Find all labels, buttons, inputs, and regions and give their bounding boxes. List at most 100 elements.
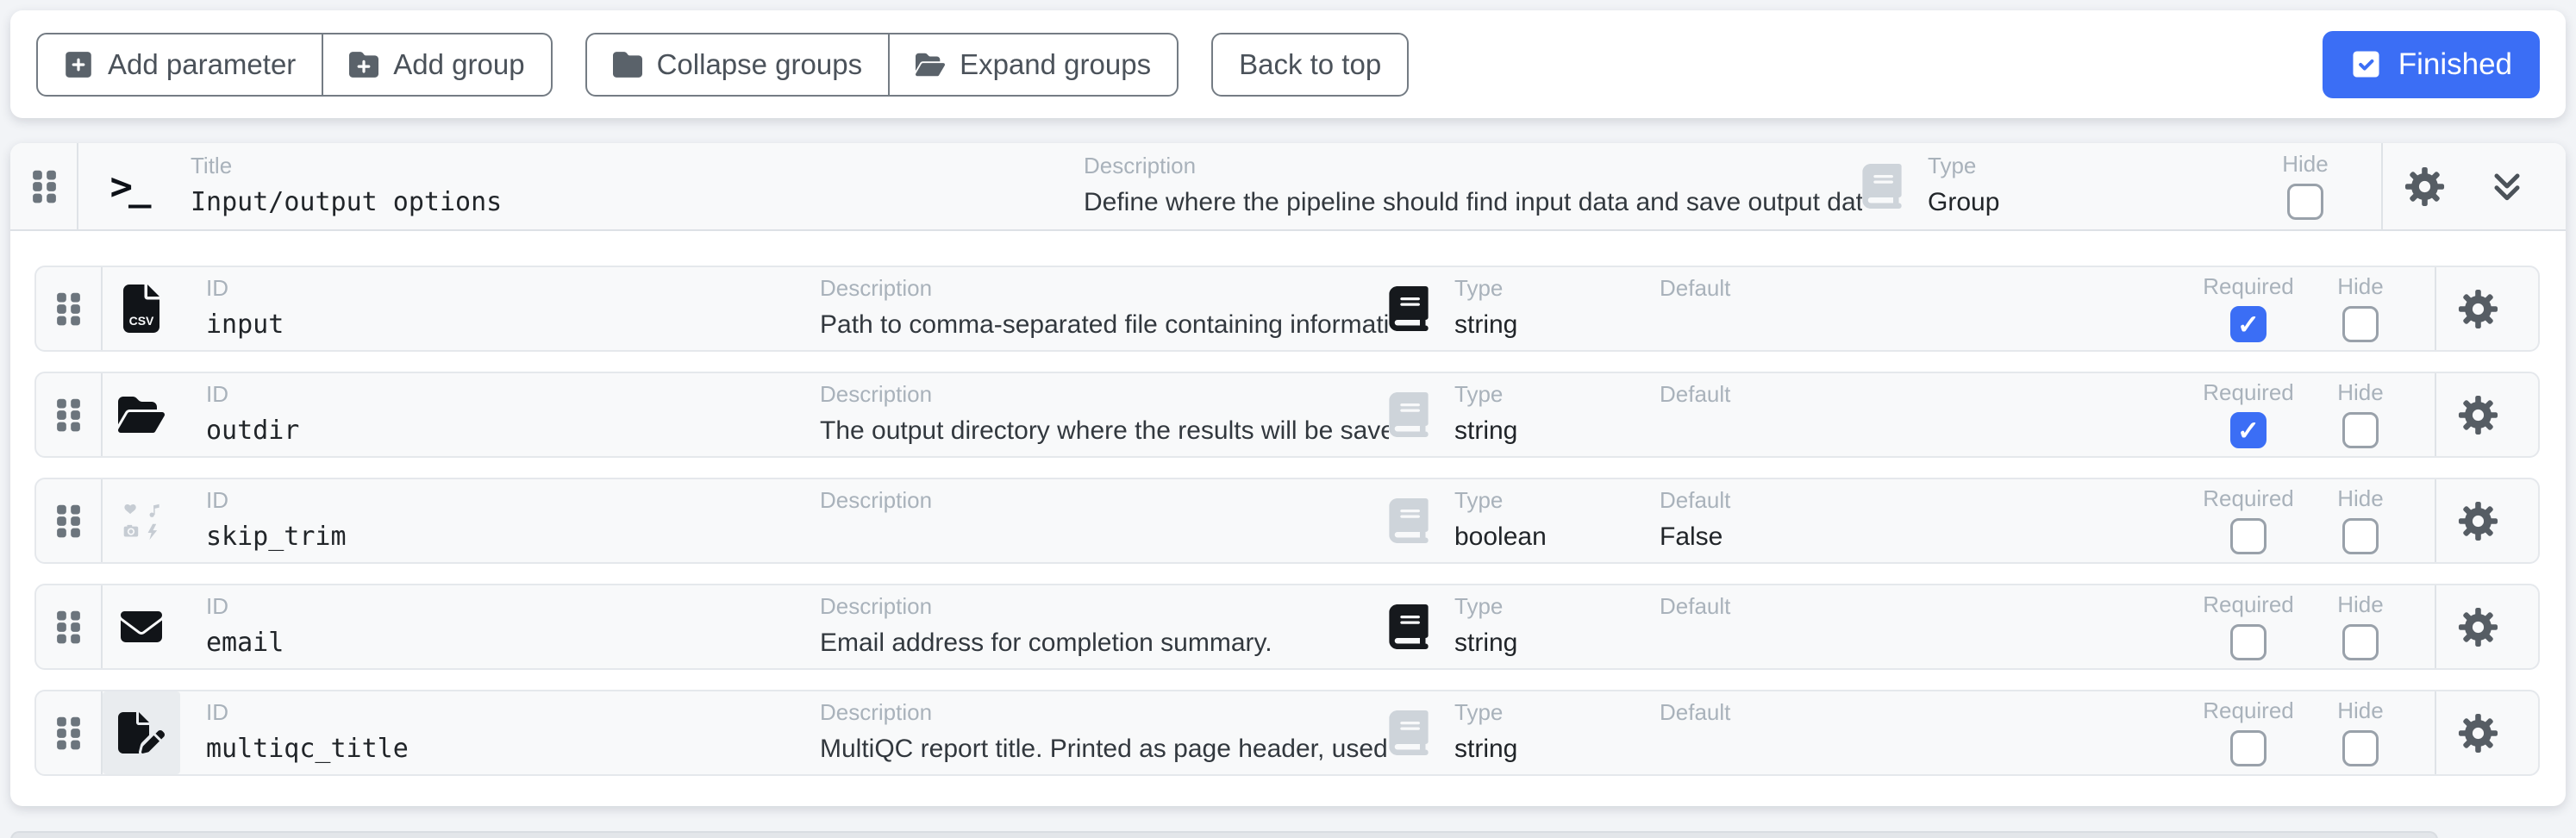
type-label: Type [1928, 154, 2262, 177]
description-field: Description Path to comma-separated file… [820, 277, 1389, 341]
add-parameter-label: Add parameter [108, 48, 296, 81]
help-text-icon[interactable] [1389, 498, 1429, 543]
param-icon-button[interactable] [103, 373, 180, 456]
id-input[interactable]: multiqc_title [206, 733, 820, 765]
type-select[interactable]: boolean [1454, 521, 1660, 553]
param-icon-button[interactable] [103, 267, 180, 350]
collapse-groups-button[interactable]: Collapse groups [585, 33, 890, 97]
group-hide-checkbox[interactable] [2287, 184, 2323, 220]
hide-field: Hide [2317, 699, 2404, 766]
required-label: Required [2203, 593, 2294, 616]
back-to-top-label: Back to top [1239, 48, 1381, 81]
description-input[interactable]: The output directory where the results w… [820, 415, 1389, 447]
parameter-row-outdir: ID outdir Description The output directo… [34, 372, 2540, 458]
required-checkbox[interactable] [2230, 412, 2267, 448]
required-field: Required [2205, 699, 2292, 766]
required-checkbox[interactable] [2230, 518, 2267, 554]
terminal-icon: >_ [110, 165, 147, 209]
expand-groups-button[interactable]: Expand groups [890, 33, 1179, 97]
description-input[interactable] [820, 521, 1389, 553]
required-checkbox[interactable] [2230, 306, 2267, 342]
description-input[interactable]: Path to comma-separated file containing … [820, 309, 1389, 341]
file-pen-icon [118, 712, 165, 754]
type-field: Type boolean [1454, 489, 1660, 553]
default-input[interactable] [1660, 733, 2205, 765]
grip-vertical-icon[interactable] [57, 503, 80, 540]
type-select[interactable]: string [1454, 415, 1660, 447]
group-description-input[interactable]: Define where the pipeline should find in… [1084, 186, 1862, 218]
settings-button[interactable] [2436, 713, 2519, 754]
hide-checkbox[interactable] [2342, 624, 2379, 660]
default-input[interactable] [1660, 309, 2205, 341]
type-label: Type [1454, 701, 1660, 723]
icons-placeholder-icon [122, 501, 161, 541]
group-title-input[interactable]: Input/output options [191, 186, 1084, 218]
id-input[interactable]: skip_trim [206, 521, 820, 553]
required-checkbox[interactable] [2230, 730, 2267, 766]
required-field: Required [2205, 275, 2292, 342]
hide-checkbox[interactable] [2342, 412, 2379, 448]
collapse-expand-group: Collapse groups Expand groups [585, 33, 1179, 97]
hide-checkbox[interactable] [2342, 306, 2379, 342]
param-icon-button[interactable] [103, 479, 180, 562]
settings-button[interactable] [2436, 395, 2519, 435]
group-type-field: Type Group [1928, 154, 2262, 218]
group-icon-button[interactable]: >_ [78, 165, 178, 209]
default-input[interactable]: False [1660, 521, 2205, 553]
help-text-icon[interactable] [1389, 604, 1429, 649]
settings-button[interactable] [2436, 607, 2519, 647]
group-description-field: Description Define where the pipeline sh… [1084, 154, 1862, 218]
add-parameter-button[interactable]: Add parameter [36, 33, 323, 97]
help-text-icon[interactable] [1389, 710, 1429, 755]
description-label: Description [820, 701, 1389, 723]
description-input[interactable]: MultiQC report title. Printed as page he… [820, 733, 1389, 765]
group-settings-button[interactable] [2383, 166, 2466, 207]
hide-checkbox[interactable] [2342, 518, 2379, 554]
help-text-icon[interactable] [1389, 286, 1429, 331]
id-field: ID outdir [206, 383, 820, 447]
grip-vertical-icon[interactable] [57, 715, 80, 752]
id-input[interactable]: input [206, 309, 820, 341]
id-input[interactable]: outdir [206, 415, 820, 447]
required-label: Required [2203, 275, 2294, 297]
id-label: ID [206, 595, 820, 617]
help-text-icon[interactable] [1389, 392, 1429, 437]
group-type-value[interactable]: Group [1928, 186, 2262, 218]
type-select[interactable]: string [1454, 309, 1660, 341]
default-label: Default [1660, 595, 2205, 617]
group-collapse-button[interactable] [2466, 167, 2548, 205]
description-input[interactable]: Email address for completion summary. [820, 627, 1389, 659]
settings-button[interactable] [2436, 501, 2519, 541]
grip-vertical-icon[interactable] [57, 291, 80, 328]
gear-icon [2458, 713, 2498, 754]
required-label: Required [2203, 699, 2294, 722]
param-icon-button[interactable] [103, 585, 180, 668]
required-field: Required [2205, 593, 2292, 660]
grip-vertical-icon[interactable] [33, 168, 56, 205]
default-field: Default [1660, 383, 2205, 447]
group-header-row: >_ Title Input/output options Descriptio… [10, 143, 2566, 231]
type-select[interactable]: string [1454, 627, 1660, 659]
settings-button[interactable] [2436, 289, 2519, 329]
default-input[interactable] [1660, 415, 2205, 447]
grip-vertical-icon[interactable] [57, 609, 80, 646]
back-to-top-button[interactable]: Back to top [1211, 33, 1409, 97]
hide-checkbox[interactable] [2342, 730, 2379, 766]
grip-vertical-icon[interactable] [57, 397, 80, 434]
toolbar: Add parameter Add group Collapse groups … [10, 10, 2566, 118]
add-group-button[interactable]: Add group [323, 33, 552, 97]
param-icon-button[interactable] [103, 691, 180, 774]
required-checkbox[interactable] [2230, 624, 2267, 660]
type-field: Type string [1454, 383, 1660, 447]
gear-icon [2458, 395, 2498, 435]
type-select[interactable]: string [1454, 733, 1660, 765]
id-input[interactable]: email [206, 627, 820, 659]
parameter-row-skip-trim: ID skip_trim Description Type boolean De… [34, 478, 2540, 564]
description-label: Description [820, 383, 1389, 405]
hide-label: Hide [2337, 275, 2383, 297]
default-input[interactable] [1660, 627, 2205, 659]
hide-field: Hide [2317, 275, 2404, 342]
finished-button[interactable]: Finished [2323, 31, 2540, 98]
help-text-icon[interactable] [1862, 164, 1902, 209]
description-field: Description The output directory where t… [820, 383, 1389, 447]
